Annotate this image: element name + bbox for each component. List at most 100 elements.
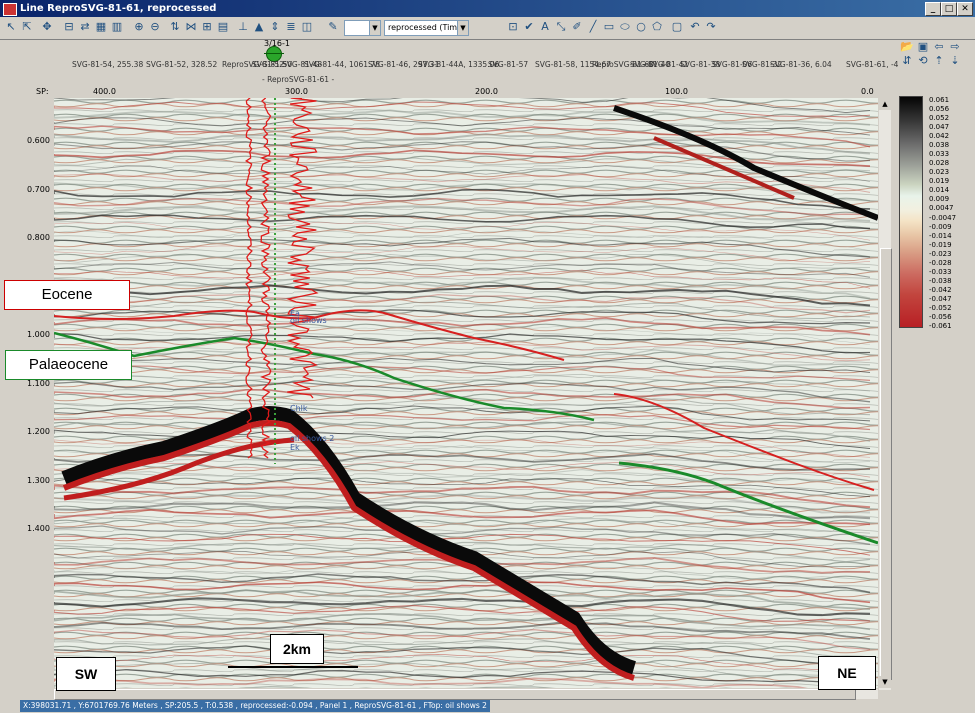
scale-label: 2km [270,634,324,664]
multi-select-icon[interactable]: ⇱ [20,20,34,34]
colorbar-label: -0.061 [929,322,952,330]
nav-icon[interactable]: ⇕ [268,20,282,34]
scroll-up-button[interactable]: ▲ [879,98,891,110]
app-icon [3,3,17,16]
forward-icon[interactable]: ⇨ [948,40,962,54]
dataset-select-value: reprocessed (Time) [388,23,466,32]
seismic-svg[interactable] [54,98,878,688]
select-arrow-icon[interactable]: ↖ [4,20,18,34]
colorbar-label: -0.042 [929,285,952,294]
fault-icon[interactable]: ⊟ [62,20,76,34]
chevron-down-icon: ▼ [369,21,380,35]
colorbar-label: 0.033 [929,150,950,159]
time-tick-label: 1.300 [27,475,50,485]
dataset-select[interactable]: reprocessed (Time) ▼ [384,20,469,36]
well-tag-oil-shows: oil shows [290,316,327,325]
sp-tick-label: 400.0 [93,87,116,96]
maximize-button[interactable]: □ [941,2,957,16]
rounded-rect-icon[interactable]: ▢ [670,20,684,34]
zoom-out-icon[interactable]: ⊖ [148,20,162,34]
horizontal-scrollbar[interactable] [54,689,878,700]
zoom-in-icon[interactable]: ⊕ [132,20,146,34]
application-window: Line ReproSVG-81-61, reprocessed _ □ ✕ ↖… [0,0,975,713]
sp-tick-label: 300.0 [285,87,308,96]
intersection-label: SVG-81-44A, 1335.06 [418,60,500,69]
text-icon[interactable]: A [538,20,552,34]
circle-icon[interactable]: ○ [634,20,648,34]
vertical-scrollbar[interactable]: ▲ ▼ [879,98,892,690]
time-tick-label: 0.600 [27,136,50,145]
amplitude-colorbar[interactable] [899,96,923,328]
colorbar-label: -0.047 [929,294,952,303]
select-icon[interactable]: ⊡ [506,20,520,34]
colorbar-label: 0.052 [929,114,950,123]
sp-tick-label: 200.0 [475,87,498,96]
colorbar-label: 0.014 [929,186,950,195]
pan-icon[interactable]: ✥ [40,20,54,34]
intersection-label: SVG-81-52, 328.52 [146,60,218,69]
colorbar-label: 0.028 [929,159,950,168]
ne-direction-label: NE [818,656,876,690]
arrow-icon[interactable]: ⤡ [554,20,568,34]
marker-icon[interactable]: ▲ [252,20,266,34]
filter-icon[interactable]: ⋈ [184,20,198,34]
undo-icon[interactable]: ↶ [688,20,702,34]
up-icon[interactable]: ⇡ [932,54,946,68]
vertical-scroll-thumb[interactable] [880,248,892,680]
colorbar-label: -0.033 [929,267,952,276]
open-icon[interactable]: 📂 [900,40,914,54]
status-text: X:398031.71 , Y:6701769.76 Meters , SP:2… [20,700,490,712]
time-tick-label: 0.700 [27,184,50,194]
line-icon[interactable]: ╱ [586,20,600,34]
redo-icon[interactable]: ↷ [704,20,718,34]
colorbar-label: -0.052 [929,303,952,312]
colorbar-label: -0.0047 [929,213,957,222]
colorbar-label: 0.019 [929,177,950,186]
window-title: Line ReproSVG-81-61, reprocessed [20,3,217,14]
brush-icon[interactable]: ✐ [570,20,584,34]
horizon-icon[interactable]: ⇄ [78,20,92,34]
colorbar-label: 0.061 [929,96,950,104]
colorbar-label: 0.042 [929,132,950,141]
sp-axis-label: SP: [36,87,49,96]
ellipse-icon[interactable]: ⬭ [618,20,632,34]
colorbar-label: -0.023 [929,249,952,258]
scale-bar [228,666,358,668]
layer-icon[interactable]: ≣ [284,20,298,34]
back-icon[interactable]: ⇦ [932,40,946,54]
line-name: ReproSVG-81-61 [267,75,330,84]
scroll-down-button[interactable]: ▼ [879,676,891,688]
color-icon[interactable]: ▦ [94,20,108,34]
intersection-label: SVG-81-57 [488,60,529,69]
well-icon[interactable]: ⊥ [236,20,250,34]
flip-icon[interactable]: ⇅ [168,20,182,34]
colorbar-label: -0.019 [929,240,952,249]
well-tag-oil-shows-2: oil shows 2 [290,434,335,443]
colorbar-label: 0.023 [929,168,950,177]
value-select[interactable]: ▼ [344,20,381,36]
lasso-icon[interactable]: ◫ [300,20,314,34]
line-name-label: - ReproSVG-81-61 - [262,75,335,84]
display-icon[interactable]: ▤ [216,20,230,34]
minimize-button[interactable]: _ [925,2,941,16]
save-icon[interactable]: ▣ [916,40,930,54]
down-icon[interactable]: ⇣ [948,54,962,68]
sp-tick-label: 0.0 [861,87,874,96]
rectangle-icon[interactable]: ▭ [602,20,616,34]
refresh-icon[interactable]: ⟲ [916,54,930,68]
intersection-label: SVG-81-36, 6.04 [770,60,832,69]
sort-icon[interactable]: ⇵ [900,54,914,68]
seismic-section[interactable] [54,98,878,688]
check-icon[interactable]: ✔ [522,20,536,34]
colorbar-label: -0.009 [929,222,952,231]
colorbar-label: -0.038 [929,276,952,285]
grid-icon[interactable]: ⊞ [200,20,214,34]
color-bar-icon[interactable]: ▥ [110,20,124,34]
brush-tool-icon[interactable]: ✎ [326,20,340,34]
time-tick-label: 1.200 [27,427,50,436]
horizontal-scroll-thumb[interactable] [54,689,856,700]
status-bar: X:398031.71 , Y:6701769.76 Meters , SP:2… [0,700,975,713]
well-tag-chlk: Chlk [290,404,308,413]
polygon-icon[interactable]: ⬠ [650,20,664,34]
close-button[interactable]: ✕ [957,2,973,16]
